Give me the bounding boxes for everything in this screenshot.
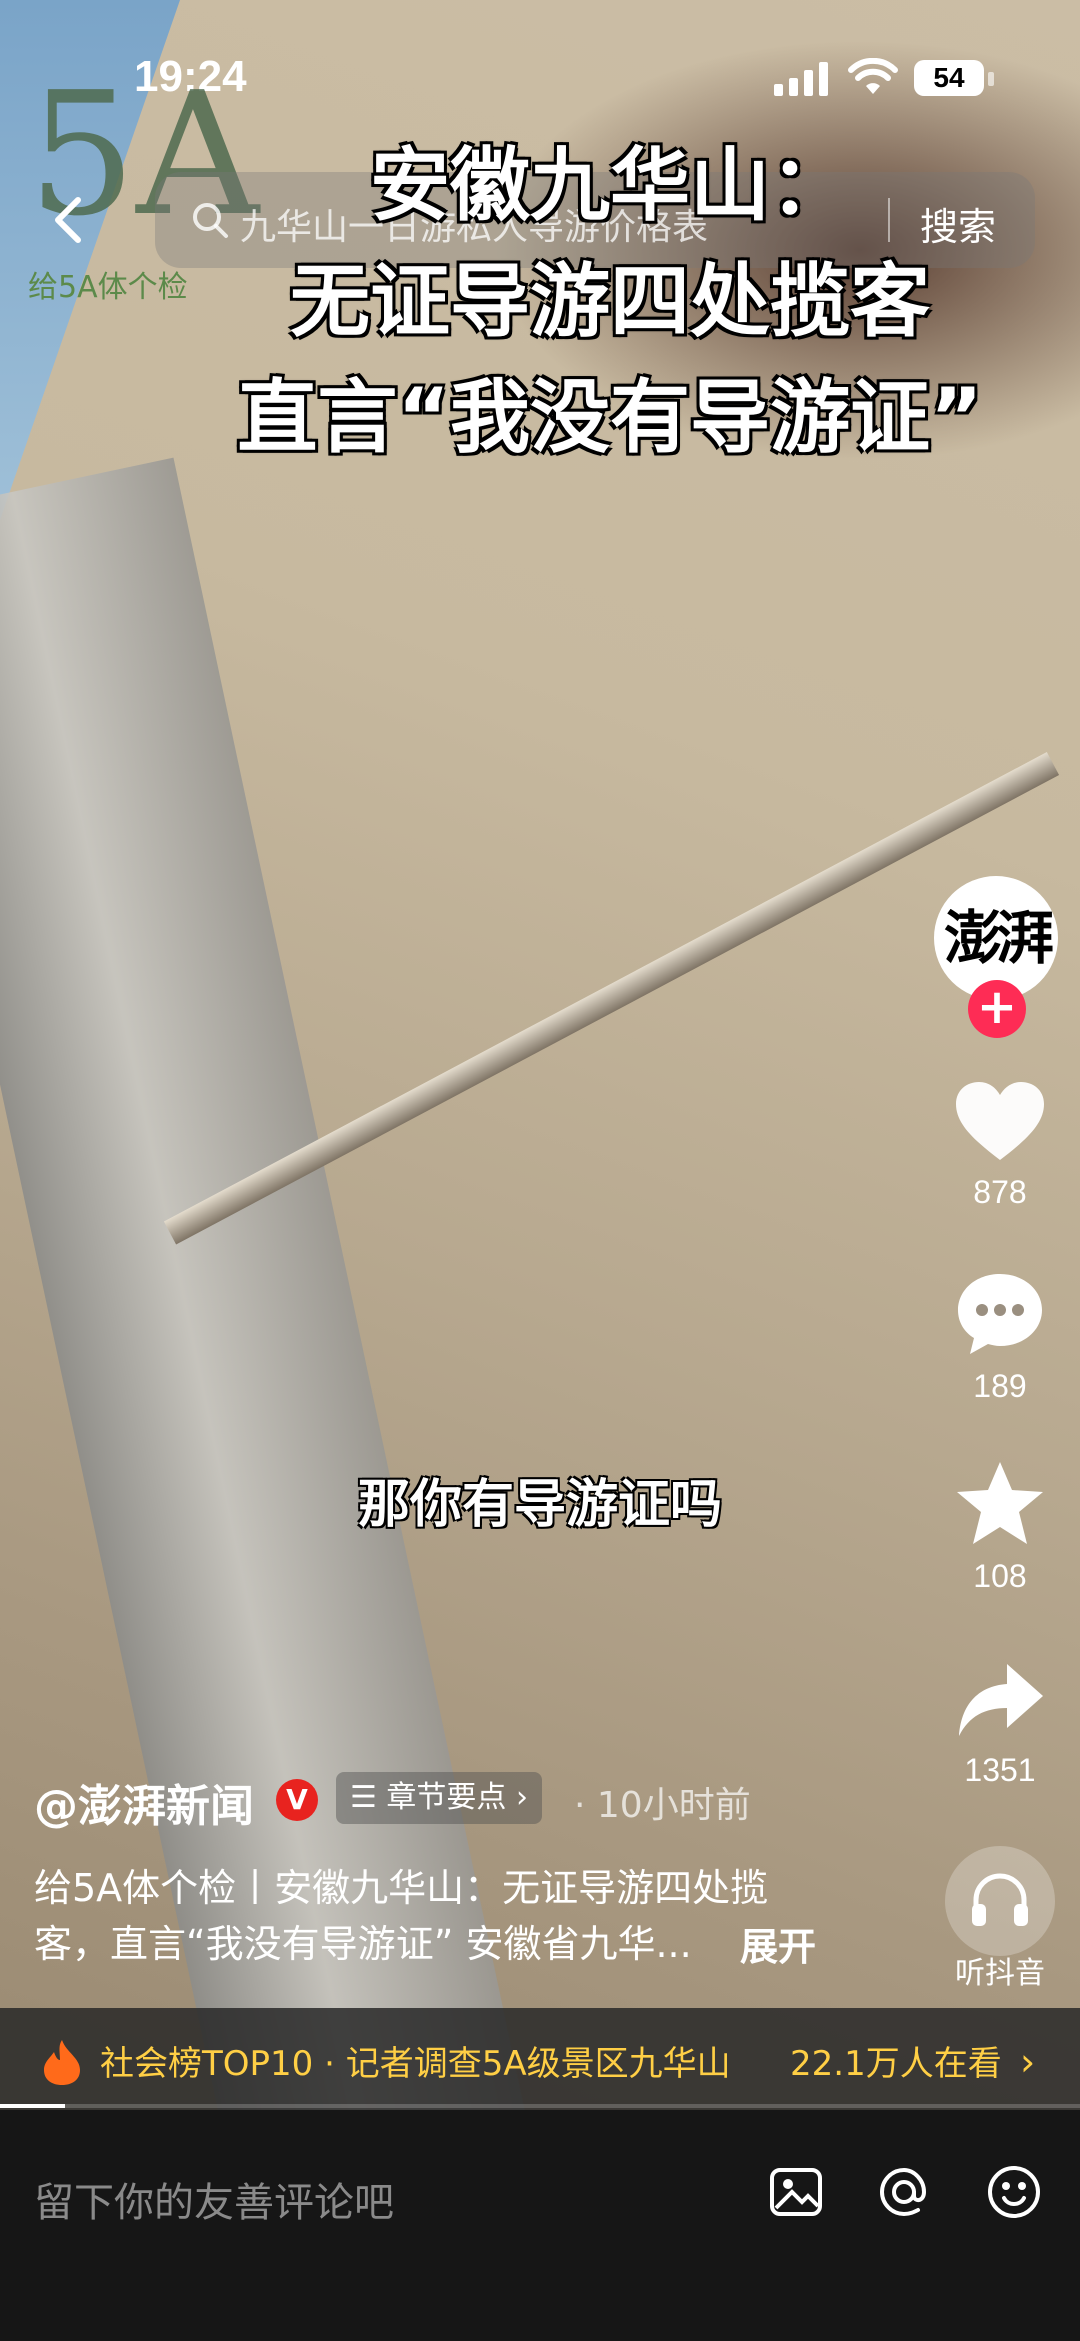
share-icon xyxy=(959,1664,1043,1736)
heart-icon xyxy=(956,1082,1044,1160)
signal-icon xyxy=(774,62,828,96)
share-button[interactable]: 1351 xyxy=(930,1660,1070,1789)
listen-circle xyxy=(945,1846,1055,1956)
follow-button[interactable]: + xyxy=(968,980,1026,1038)
image-icon[interactable] xyxy=(766,2162,826,2222)
verified-badge: V xyxy=(276,1779,318,1821)
headline-line-3: 直言“我没有导游证” xyxy=(237,371,983,464)
chapter-button[interactable]: ☰ 章节要点 › xyxy=(336,1772,542,1824)
at-icon[interactable] xyxy=(874,2162,934,2222)
video-headline: 安徽九华山： 无证导游四处揽客 直言“我没有导游证” xyxy=(170,128,1050,476)
video-umbrella-seam xyxy=(163,752,1060,1245)
favorite-button[interactable]: 108 xyxy=(930,1460,1070,1595)
video-progress-bar[interactable] xyxy=(0,2104,1080,2108)
comment-icon xyxy=(958,1274,1042,1354)
post-time: · 10小时前 xyxy=(574,1785,751,1826)
battery-indicator: 54 xyxy=(914,60,984,96)
headline-line-1: 安徽九华山： xyxy=(370,139,850,232)
video-subtitle: 那你有导游证吗 xyxy=(357,1475,722,1535)
viewer-count: 22.1万人在看 xyxy=(790,2044,1002,2084)
like-count: 878 xyxy=(973,1174,1027,1210)
fire-icon xyxy=(44,2040,80,2085)
comment-input[interactable]: 留下你的友善评论吧 xyxy=(34,2170,394,2228)
video-progress-fill xyxy=(0,2104,65,2108)
headphones-icon xyxy=(972,1873,1028,1926)
logo-tag: 给5A体个检 xyxy=(28,270,188,305)
expand-button[interactable]: 展开 xyxy=(740,1916,816,1971)
favorite-count: 108 xyxy=(973,1558,1027,1594)
star-icon xyxy=(957,1462,1043,1544)
headline-line-2: 无证导游四处揽客 xyxy=(290,255,930,348)
emoji-icon[interactable] xyxy=(984,2162,1044,2222)
hot-ranking-text: 社会榜TOP10 · 记者调查5A级景区九华山 xyxy=(100,2044,731,2084)
post-description: 给5A体个检丨安徽九华山：无证导游四处揽客，直言“我没有导游证” 安徽省九华..… xyxy=(34,1866,769,1966)
comment-count: 189 xyxy=(973,1368,1027,1404)
share-count: 1351 xyxy=(964,1752,1036,1788)
wifi-icon xyxy=(848,58,898,94)
battery-tip xyxy=(988,72,994,86)
chevron-right-icon: › xyxy=(1020,2040,1036,2084)
back-icon[interactable] xyxy=(40,190,100,250)
listen-button[interactable]: 听抖音 xyxy=(940,1846,1060,1992)
like-button[interactable]: 878 xyxy=(930,1080,1070,1211)
comment-button[interactable]: 189 xyxy=(930,1270,1070,1405)
author-name[interactable]: @澎湃新闻 xyxy=(34,1770,254,1834)
